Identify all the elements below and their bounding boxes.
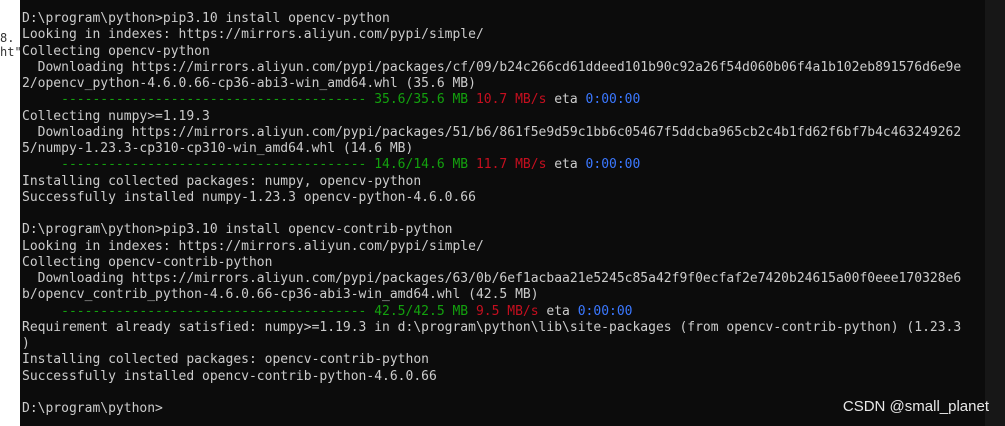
output-line: Downloading https://mirrors.aliyun.com/p… — [22, 59, 962, 75]
download-size: 14.6/14.6 MB — [374, 157, 469, 173]
output-line: Downloading https://mirrors.aliyun.com/p… — [22, 124, 962, 140]
command-line: D:\program\python>pip3.10 install opencv… — [22, 222, 453, 238]
output-line: Successfully installed opencv-contrib-py… — [22, 368, 437, 384]
scrollbar[interactable] — [985, 0, 1005, 426]
progress-line: --------------------------------------- … — [22, 304, 982, 320]
eta-label: eta — [546, 303, 570, 319]
command-line: D:\program\python>pip3.10 install opencv… — [22, 11, 390, 26]
output-line: Looking in indexes: https://mirrors.aliy… — [22, 238, 484, 254]
output-line: Collecting numpy>=1.19.3 — [22, 108, 210, 124]
download-speed: 9.5 MB/s — [475, 303, 539, 319]
download-speed: 10.7 MB/s — [475, 92, 547, 108]
background-window-text: ht" — [0, 45, 20, 59]
output-line: Requirement already satisfied: numpy>=1.… — [22, 319, 962, 335]
command-prompt[interactable]: D:\program\python> — [22, 401, 982, 417]
output-line: 5/numpy-1.23.3-cp310-cp310-win_amd64.whl… — [22, 141, 414, 156]
terminal-window[interactable]: D:\program\python>pip3.10 install opencv… — [20, 0, 985, 426]
watermark: CSDN @small_planet — [842, 398, 989, 415]
eta-value: 0:00:00 — [585, 92, 641, 108]
output-line: Downloading https://mirrors.aliyun.com/p… — [22, 271, 962, 286]
output-line: ) — [22, 336, 30, 351]
background-window: 8. ht" — [0, 0, 20, 426]
eta-label: eta — [554, 92, 578, 108]
download-size: 42.5/42.5 MB — [374, 303, 469, 319]
eta-label: eta — [554, 157, 578, 173]
eta-value: 0:00:00 — [577, 303, 633, 319]
download-speed: 11.7 MB/s — [475, 157, 547, 173]
progress-bar: --------------------------------------- — [22, 92, 367, 108]
output-line: Looking in indexes: https://mirrors.aliy… — [22, 27, 484, 43]
output-line: Successfully installed numpy-1.23.3 open… — [22, 189, 476, 205]
download-size: 35.6/35.6 MB — [374, 92, 469, 108]
output-line: 2/opencv_python-4.6.0.66-cp36-abi3-win_a… — [22, 76, 476, 91]
output-line: Installing collected packages: opencv-co… — [22, 352, 429, 368]
output-line: Collecting opencv-python — [22, 43, 210, 59]
progress-line: --------------------------------------- … — [22, 157, 982, 173]
output-line: Collecting opencv-contrib-python — [22, 254, 273, 270]
output-line: Installing collected packages: numpy, op… — [22, 173, 422, 189]
background-window-text: 8. — [0, 31, 15, 45]
output-line: b/opencv_contrib_python-4.6.0.66-cp36-ab… — [22, 287, 539, 303]
progress-bar: --------------------------------------- — [22, 157, 367, 173]
eta-value: 0:00:00 — [585, 157, 641, 173]
progress-line: --------------------------------------- … — [22, 92, 982, 108]
terminal-output: D:\program\python>pip3.10 install opencv… — [22, 11, 982, 417]
progress-bar: --------------------------------------- — [22, 303, 367, 319]
